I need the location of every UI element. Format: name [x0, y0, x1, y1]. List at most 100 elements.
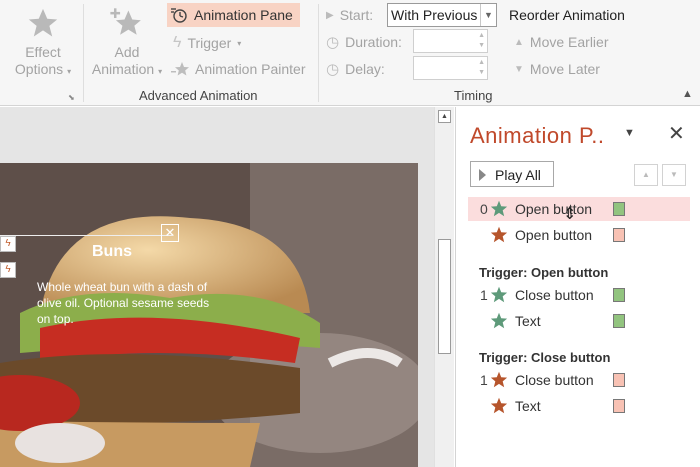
animation-list-item[interactable]: 0 Open button [468, 197, 690, 221]
start-label-row: ▶ Start: [326, 7, 373, 23]
pane-options-icon[interactable]: ▼ [624, 127, 635, 139]
delay-input[interactable]: ▲ ▼ [413, 56, 488, 80]
trigger-button[interactable]: ϟ Trigger ▾ [173, 34, 241, 52]
delay-label: Delay: [345, 61, 385, 77]
animation-pane-label: Animation Pane [194, 7, 293, 23]
effect-options-button[interactable]: Effect Options ▾ [10, 6, 76, 80]
duration-input[interactable]: ▲ ▼ [413, 29, 488, 53]
duration-label-row: ◷ Duration: [326, 33, 402, 51]
callout-title: Buns [92, 243, 132, 260]
animation-pane-button[interactable]: Animation Pane [167, 3, 300, 27]
timing-swatch [613, 373, 625, 387]
animation-list-item[interactable]: Text [468, 309, 690, 333]
timing-swatch [613, 314, 625, 328]
callout-body: Whole wheat bun with a dash of olive oil… [37, 280, 210, 326]
group-label-timing: Timing [454, 88, 493, 103]
move-earlier-label: Move Earlier [529, 34, 609, 50]
animation-painter-label: Animation Painter [195, 61, 306, 77]
spin-up-icon[interactable]: ▲ [478, 59, 485, 67]
animation-list-item[interactable]: Text [468, 394, 690, 418]
callout-border [0, 235, 172, 236]
pane-title: Animation P.. [470, 123, 605, 148]
animation-order-number: 0 [480, 201, 488, 217]
trigger-group-label: Trigger: Close button [479, 350, 611, 365]
animation-item-label: Close button [515, 372, 594, 388]
triangle-down-icon: ▼ [514, 63, 524, 75]
start-value: With Previous [391, 7, 478, 23]
play-icon: ▶ [326, 9, 334, 21]
chevron-down-icon: ▾ [237, 38, 242, 48]
play-all-label: Play All [495, 167, 541, 183]
lightning-icon: ϟ [173, 34, 182, 51]
add-animation-label-2: Animation ▾ [91, 61, 163, 77]
move-later-label: Move Later [529, 61, 600, 77]
reorder-title: Reorder Animation [509, 7, 625, 23]
animation-list-item[interactable]: 1 Close button [468, 368, 690, 392]
move-down-button[interactable]: ▼ [662, 164, 686, 186]
chevron-down-icon[interactable]: ▼ [480, 4, 496, 26]
delay-label-row: ◷ Delay: [326, 60, 385, 78]
move-earlier-button[interactable]: ▲ Move Earlier [514, 34, 609, 50]
timing-swatch [613, 288, 625, 302]
collapse-ribbon-icon[interactable]: ▲ [682, 88, 693, 100]
play-all-button[interactable]: Play All [470, 161, 554, 187]
animation-item-label: Close button [515, 287, 594, 303]
slide-close-button[interactable]: ✕ [161, 224, 179, 242]
trigger-marker-icon[interactable]: ϟ [0, 236, 16, 252]
duration-label: Duration: [345, 34, 402, 50]
timing-swatch [613, 399, 625, 413]
animation-item-label: Text [515, 313, 541, 329]
slide-scrollbar[interactable]: ▲ [434, 107, 454, 467]
resize-cursor-icon: ⇕ [563, 206, 577, 223]
animation-order-number: 1 [480, 372, 488, 388]
effect-options-label-1: Effect [25, 44, 61, 60]
spin-up-icon[interactable]: ▲ [478, 32, 485, 40]
scroll-up-icon[interactable]: ▲ [438, 110, 451, 123]
effect-star-icon [490, 312, 508, 332]
spin-down-icon[interactable]: ▼ [478, 69, 485, 77]
effect-star-icon [490, 200, 508, 220]
trigger-marker-icon[interactable]: ϟ [0, 262, 16, 278]
spin-down-icon[interactable]: ▼ [478, 42, 485, 50]
painter-star-icon [171, 62, 189, 76]
clock-icon: ◷ [326, 34, 340, 51]
animation-order-number: 1 [480, 287, 488, 303]
play-icon [479, 169, 486, 181]
effect-options-label-2: Options ▾ [14, 61, 72, 77]
slide-editor: Buns Whole wheat bun with a dash of oliv… [0, 107, 434, 467]
buns-callout: Buns Whole wheat bun with a dash of oliv… [0, 235, 209, 339]
move-up-button[interactable]: ▲ [634, 164, 658, 186]
add-star-icon [110, 8, 141, 35]
start-select[interactable]: With Previous ▼ [387, 3, 497, 27]
scroll-thumb[interactable] [438, 239, 451, 354]
animation-list-item[interactable]: Open button [468, 223, 690, 247]
ribbon-animations: Effect Options ▾ ⬊ Add Animation ▾ Anima… [0, 0, 700, 106]
star-icon [28, 8, 58, 37]
animation-painter-button[interactable]: Animation Painter [171, 61, 306, 77]
animation-item-label: Open button [515, 227, 593, 243]
group-separator [318, 4, 319, 102]
timing-swatch [613, 202, 625, 216]
group-label-advanced: Advanced Animation [139, 88, 258, 103]
close-icon[interactable]: ✕ [668, 121, 685, 146]
dialog-launcher-icon[interactable]: ⬊ [68, 93, 75, 102]
effect-star-icon [490, 286, 508, 306]
timing-swatch [613, 228, 625, 242]
effect-star-icon [490, 371, 508, 391]
animation-pane: Animation P.. ▼ ✕ Play All ▲ ▼ 0 Open but… [455, 107, 700, 467]
group-separator [83, 4, 84, 102]
effect-star-icon [490, 397, 508, 417]
effect-star-icon [490, 226, 508, 246]
trigger-group-label: Trigger: Open button [479, 265, 609, 280]
clock-icon: ◷ [326, 61, 340, 78]
add-animation-button[interactable]: Add Animation ▾ [88, 6, 166, 80]
triangle-up-icon: ▲ [514, 36, 524, 48]
move-later-button[interactable]: ▼ Move Later [514, 61, 600, 77]
animation-list-item[interactable]: 1 Close button [468, 283, 690, 307]
start-label: Start: [339, 7, 374, 23]
animation-item-label: Text [515, 398, 541, 414]
slide-canvas[interactable]: Buns Whole wheat bun with a dash of oliv… [0, 163, 418, 467]
trigger-label: Trigger [187, 35, 232, 51]
animation-item-label: Open button [515, 201, 593, 217]
animation-pane-icon [171, 8, 187, 23]
